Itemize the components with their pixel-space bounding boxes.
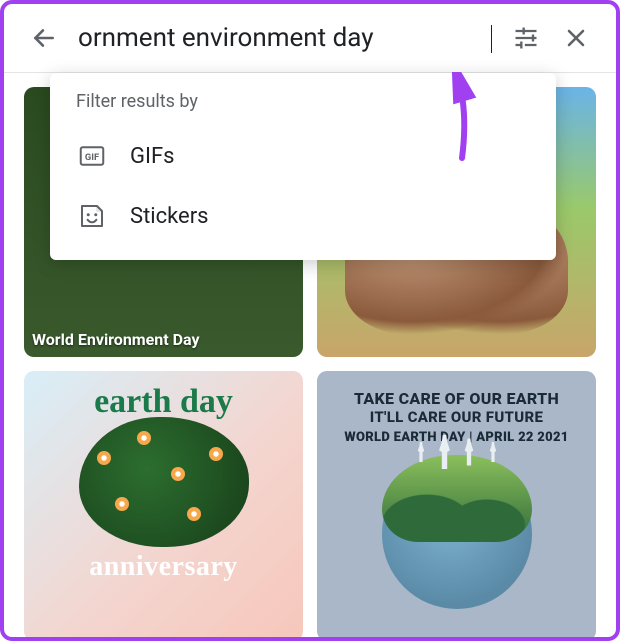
card-caption: World Environment Day xyxy=(32,330,200,349)
card-title: earth day xyxy=(94,383,233,421)
search-input[interactable]: ornment environment day xyxy=(78,23,492,53)
result-card[interactable]: earth day anniversary xyxy=(24,371,303,641)
back-icon[interactable] xyxy=(28,22,60,54)
close-icon[interactable] xyxy=(560,22,592,54)
bush-graphic xyxy=(79,417,249,547)
filter-option-label: Stickers xyxy=(130,204,209,229)
svg-text:GIF: GIF xyxy=(85,152,99,163)
sticker-icon xyxy=(76,200,108,232)
dropdown-title: Filter results by xyxy=(76,91,530,112)
result-card[interactable]: TAKE CARE OF OUR EARTH IT'LL CARE OUR FU… xyxy=(317,371,596,641)
gif-icon: GIF xyxy=(76,140,108,172)
globe-graphic xyxy=(382,459,532,609)
card-line: IT'LL CARE OUR FUTURE xyxy=(370,408,543,426)
filter-dropdown: Filter results by GIF GIFs Stickers xyxy=(50,73,556,260)
card-subtitle: anniversary xyxy=(89,551,238,583)
filter-option-stickers[interactable]: Stickers xyxy=(70,186,536,246)
search-bar: ornment environment day xyxy=(4,4,616,73)
card-line: TAKE CARE OF OUR EARTH xyxy=(354,389,559,408)
tune-icon[interactable] xyxy=(510,22,542,54)
filter-option-gifs[interactable]: GIF GIFs xyxy=(70,126,536,186)
filter-option-label: GIFs xyxy=(130,144,174,169)
